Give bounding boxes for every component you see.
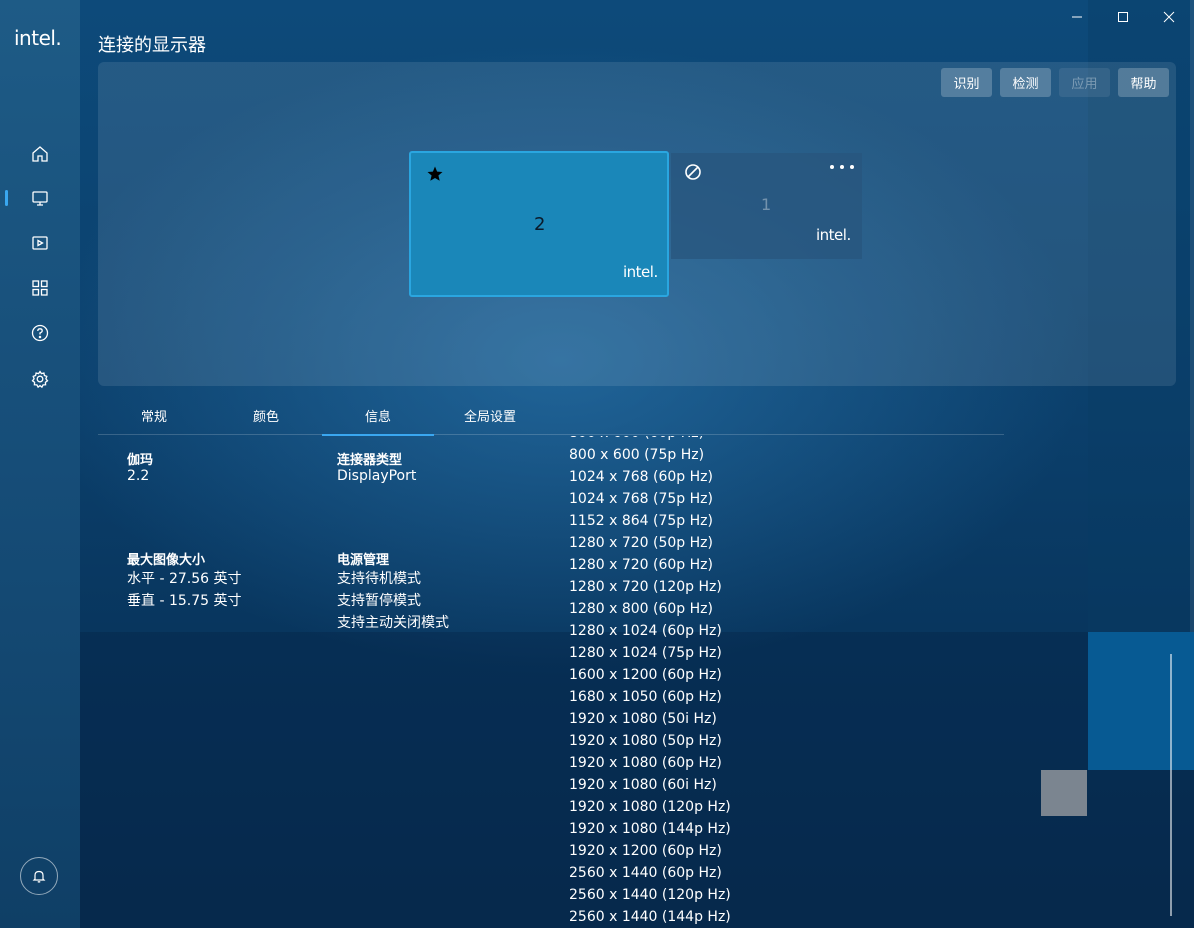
intel-logo: intel.	[623, 263, 658, 281]
mode-list-item: 1280 x 720 (50p Hz)	[569, 535, 713, 551]
mode-list-item: 1920 x 1080 (60p Hz)	[569, 755, 722, 771]
mode-list-item: 1280 x 1024 (60p Hz)	[569, 623, 722, 639]
gamma-value: 2.2	[127, 468, 150, 484]
display-1-tile[interactable]: 1 intel.	[671, 153, 862, 259]
max-size-vertical: 垂直 - 15.75 英寸	[127, 593, 242, 609]
help-icon	[31, 324, 49, 342]
mode-list-item: 1920 x 1080 (144p Hz)	[569, 821, 731, 837]
sidebar-item-display[interactable]	[26, 184, 54, 212]
supported-modes-list[interactable]: 800 x 600 (60p Hz) 800 x 600 (75p Hz) 1024…	[569, 436, 769, 928]
mode-list-item: 1600 x 1200 (60p Hz)	[569, 667, 722, 683]
mode-list-item: 800 x 600 (75p Hz)	[569, 447, 705, 463]
active-nav-indicator	[5, 190, 8, 206]
detect-button[interactable]: 检测	[1000, 68, 1051, 97]
mode-list-item: 1920 x 1080 (50p Hz)	[569, 733, 722, 749]
mode-list-item: 2560 x 1440 (60p Hz)	[569, 865, 722, 881]
star-icon	[427, 166, 443, 181]
mode-list-item: 1920 x 1200 (60p Hz)	[569, 843, 722, 859]
tab-global-settings[interactable]: 全局设置	[434, 395, 546, 435]
sidebar-item-home[interactable]	[26, 140, 54, 168]
disabled-icon	[685, 164, 701, 180]
mode-list-item: 1280 x 1024 (75p Hz)	[569, 645, 722, 661]
minimize-icon	[1072, 16, 1082, 18]
mode-list-item: 1280 x 720 (60p Hz)	[569, 557, 713, 573]
sidebar-item-apps[interactable]	[26, 274, 54, 302]
apply-button[interactable]: 应用	[1059, 68, 1110, 97]
mode-list-item: 1920 x 1080 (120p Hz)	[569, 799, 731, 815]
mode-list-item: 1280 x 800 (60p Hz)	[569, 601, 713, 617]
mode-list-item: 1280 x 720 (120p Hz)	[569, 579, 722, 595]
gear-icon	[31, 370, 49, 389]
tab-color[interactable]: 颜色	[210, 395, 322, 435]
home-icon	[32, 146, 48, 162]
display-2-tile[interactable]: 2 intel.	[409, 151, 669, 297]
display-number: 2	[534, 214, 546, 235]
mode-list-item: 1920 x 1080 (60i Hz)	[569, 777, 717, 793]
tab-general[interactable]: 常规	[98, 395, 210, 435]
identify-button[interactable]: 识别	[941, 68, 992, 97]
max-image-size-label: 最大图像大小	[127, 553, 206, 568]
background-decoration	[1041, 770, 1087, 816]
more-options-icon[interactable]	[829, 163, 855, 171]
close-button[interactable]	[1146, 4, 1192, 30]
max-size-horizontal: 水平 - 27.56 英寸	[127, 571, 242, 587]
monitor-icon	[32, 191, 48, 206]
mode-list-item: 1024 x 768 (60p Hz)	[569, 469, 713, 485]
power-management-label: 电源管理	[337, 553, 390, 568]
apps-grid-icon	[32, 280, 48, 296]
intel-logo: intel.	[14, 26, 62, 50]
power-active-off: 支持主动关闭模式	[337, 615, 449, 631]
video-icon	[32, 236, 48, 250]
background-decoration	[1088, 632, 1194, 770]
gamma-label: 伽玛	[127, 453, 154, 468]
sidebar-item-help[interactable]	[26, 319, 54, 347]
notifications-button[interactable]	[20, 857, 58, 895]
mode-list-item: 2560 x 1440 (120p Hz)	[569, 887, 731, 903]
close-icon	[1163, 11, 1175, 23]
minimize-button[interactable]	[1054, 4, 1100, 30]
mode-list-item: 800 x 600 (60p Hz)	[569, 436, 731, 444]
help-button[interactable]: 帮助	[1118, 68, 1169, 97]
mode-list-item: 1920 x 1080 (50i Hz)	[569, 711, 717, 727]
maximize-button[interactable]	[1100, 4, 1146, 30]
scrollbar[interactable]	[1170, 654, 1172, 916]
tab-info[interactable]: 信息	[322, 395, 434, 436]
connector-type-value: DisplayPort	[337, 468, 417, 484]
display-number: 1	[761, 195, 772, 214]
mode-list-item: 1024 x 768 (75p Hz)	[569, 491, 713, 507]
mode-list-item: 2560 x 1440 (144p Hz)	[569, 909, 731, 925]
page-title: 连接的显示器	[98, 35, 206, 56]
power-suspend: 支持暂停模式	[337, 593, 421, 609]
mode-list-item: 1680 x 1050 (60p Hz)	[569, 689, 722, 705]
tab-bar: 常规 颜色 信息 全局设置	[98, 395, 1004, 436]
mode-list-item: 1152 x 864 (75p Hz)	[569, 513, 713, 529]
background-decoration	[1190, 0, 1194, 632]
intel-logo: intel.	[816, 226, 851, 244]
sidebar: intel.	[0, 0, 80, 928]
sidebar-item-settings[interactable]	[26, 365, 54, 393]
sidebar-item-video[interactable]	[26, 229, 54, 257]
maximize-icon	[1118, 12, 1128, 22]
connector-type-label: 连接器类型	[337, 453, 403, 468]
modes-list-inner: 800 x 600 (60p Hz) 800 x 600 (75p Hz) 1024…	[569, 436, 731, 928]
bell-icon	[32, 870, 46, 883]
display-arrangement-panel: 识别 检测 应用 帮助 2 intel. 1 intel.	[98, 62, 1176, 386]
power-standby: 支持待机模式	[337, 571, 421, 587]
